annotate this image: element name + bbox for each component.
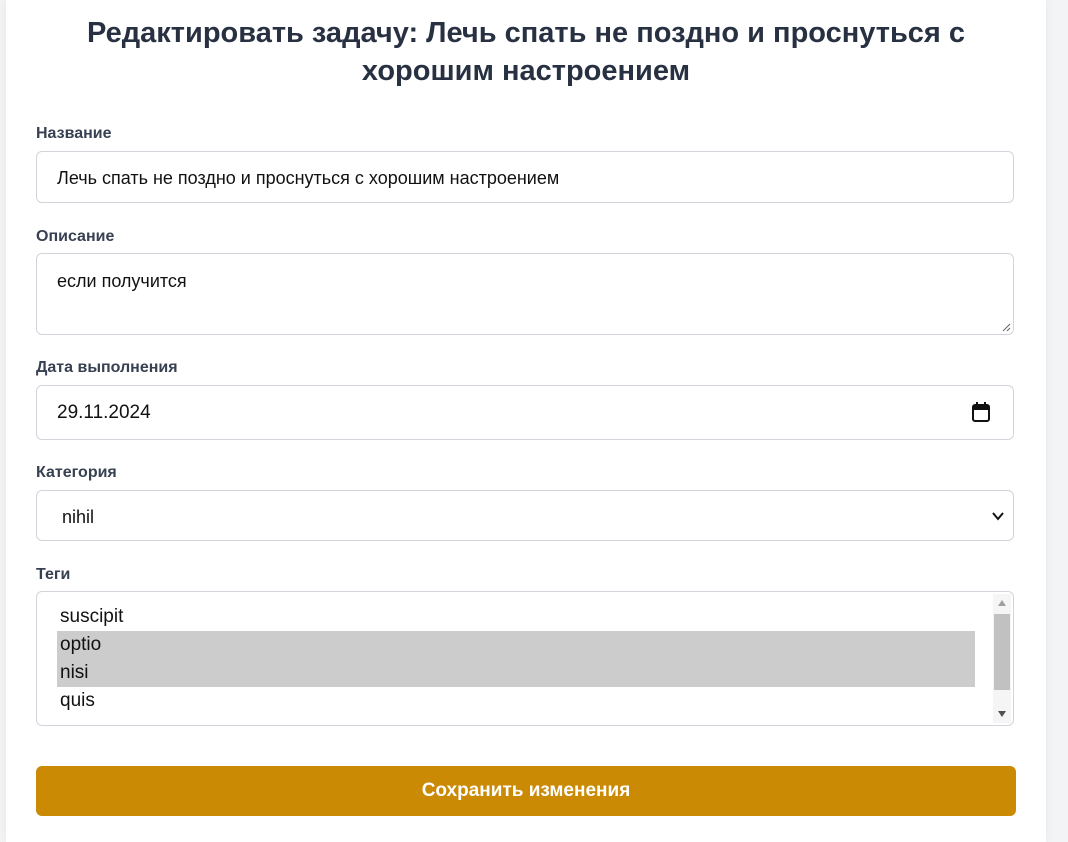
name-input-value: Лечь спать не поздно и проснуться с хоро… — [57, 168, 560, 188]
due-date-value: 29.11.2024 — [57, 402, 151, 423]
scrollbar-thumb[interactable] — [994, 614, 1010, 690]
description-textarea[interactable]: если получится — [36, 253, 1014, 335]
description-value: если получится — [57, 271, 187, 291]
tag-option[interactable]: suscipit — [57, 603, 975, 631]
scroll-down-arrow-icon[interactable] — [997, 709, 1007, 719]
scroll-up-arrow-icon[interactable] — [997, 598, 1007, 608]
category-select[interactable]: nihil — [36, 490, 1014, 541]
name-input[interactable]: Лечь спать не поздно и проснуться с хоро… — [36, 151, 1014, 203]
tag-option[interactable]: optio — [57, 631, 975, 659]
tags-listbox[interactable]: suscipit optio nisi quis — [36, 591, 1014, 726]
tag-option[interactable]: nisi — [57, 659, 975, 687]
tags-label: Теги — [36, 566, 71, 583]
category-label: Категория — [36, 464, 117, 481]
tag-option[interactable]: quis — [57, 687, 975, 715]
edit-task-card: Редактировать задачу: Лечь спать не позд… — [6, 0, 1046, 842]
name-label: Название — [36, 125, 112, 142]
page-title: Редактировать задачу: Лечь спать не позд… — [86, 17, 966, 87]
resize-handle-icon[interactable] — [1001, 322, 1011, 332]
save-button[interactable]: Сохранить изменения — [36, 766, 1016, 816]
category-value: nihil — [62, 507, 95, 527]
chevron-down-icon — [992, 512, 1004, 521]
due-date-input[interactable]: 29.11.2024 — [36, 385, 1014, 440]
due-date-label: Дата выполнения — [36, 359, 178, 376]
description-label: Описание — [36, 228, 115, 245]
scrollbar[interactable] — [993, 594, 1011, 723]
calendar-icon[interactable] — [971, 401, 991, 423]
